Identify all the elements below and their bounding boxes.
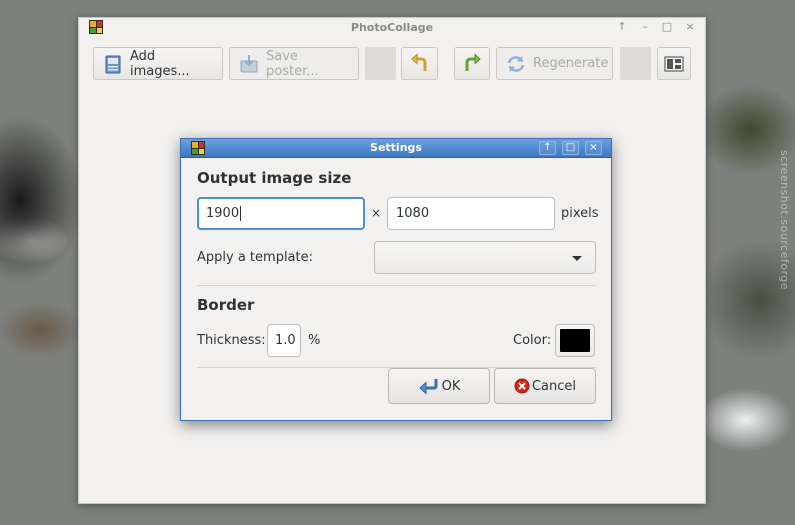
add-images-icon	[105, 55, 121, 73]
save-poster-icon	[240, 54, 258, 72]
toolbar-separator	[365, 47, 396, 80]
main-close-button[interactable]: ×	[683, 20, 697, 34]
regenerate-label: Regenerate	[533, 56, 609, 71]
color-swatch	[560, 329, 590, 352]
ok-button[interactable]: OK	[388, 368, 490, 404]
height-input[interactable]: 1080	[387, 197, 555, 230]
dialog-maximize-button[interactable]: □	[562, 141, 579, 155]
border-color-button[interactable]	[555, 324, 595, 357]
width-input[interactable]: 1900	[197, 197, 365, 230]
text-caret	[240, 206, 242, 221]
main-minimize-button[interactable]: –	[638, 20, 652, 34]
cancel-button[interactable]: Cancel	[494, 368, 596, 404]
save-poster-button[interactable]: Save poster...	[229, 47, 359, 80]
percent-label: %	[308, 333, 321, 348]
thickness-value: 1.0	[275, 333, 296, 348]
save-poster-label: Save poster...	[266, 48, 319, 79]
times-symbol: ×	[371, 206, 382, 220]
height-value: 1080	[396, 206, 430, 221]
watermark: screenshot.sourceforge	[778, 150, 791, 291]
template-combobox[interactable]	[374, 241, 596, 274]
settings-icon	[664, 56, 684, 71]
ok-label: OK	[441, 378, 461, 394]
toolbar-separator	[620, 47, 651, 80]
regenerate-button[interactable]: Regenerate	[496, 47, 613, 80]
thickness-label: Thickness:	[197, 333, 266, 348]
dialog-keep-above-button[interactable]: ↑	[539, 141, 556, 155]
redo-button[interactable]	[454, 47, 490, 80]
dialog-close-button[interactable]: ×	[585, 141, 602, 155]
color-label: Color:	[513, 333, 552, 348]
regenerate-icon	[507, 55, 525, 72]
settings-titlebar[interactable]: Settings ↑ □ ×	[181, 139, 611, 158]
settings-dialog: Settings ↑ □ × Output image size 1900 × …	[180, 138, 612, 421]
cancel-icon	[514, 378, 530, 394]
add-images-button[interactable]: Add images...	[93, 47, 223, 80]
template-label: Apply a template:	[197, 250, 313, 265]
cancel-label: Cancel	[531, 378, 577, 394]
thickness-input[interactable]: 1.0	[267, 324, 301, 357]
redo-icon	[465, 52, 481, 71]
main-window-title: PhotoCollage	[350, 21, 434, 34]
add-images-label: Add images...	[130, 48, 190, 79]
output-size-heading: Output image size	[197, 169, 352, 187]
pixels-label: pixels	[561, 206, 599, 221]
settings-button[interactable]	[657, 47, 691, 80]
main-titlebar[interactable]: PhotoCollage ↑ – □ ×	[79, 18, 705, 38]
undo-icon	[410, 52, 426, 71]
width-value: 1900	[206, 206, 240, 221]
enter-arrow-icon	[418, 379, 438, 395]
section-divider	[197, 285, 596, 286]
main-maximize-up-button[interactable]: ↑	[615, 20, 629, 34]
chevron-down-icon	[572, 256, 582, 261]
main-maximize-button[interactable]: □	[660, 20, 674, 34]
undo-button[interactable]	[401, 47, 438, 80]
border-heading: Border	[197, 296, 255, 314]
